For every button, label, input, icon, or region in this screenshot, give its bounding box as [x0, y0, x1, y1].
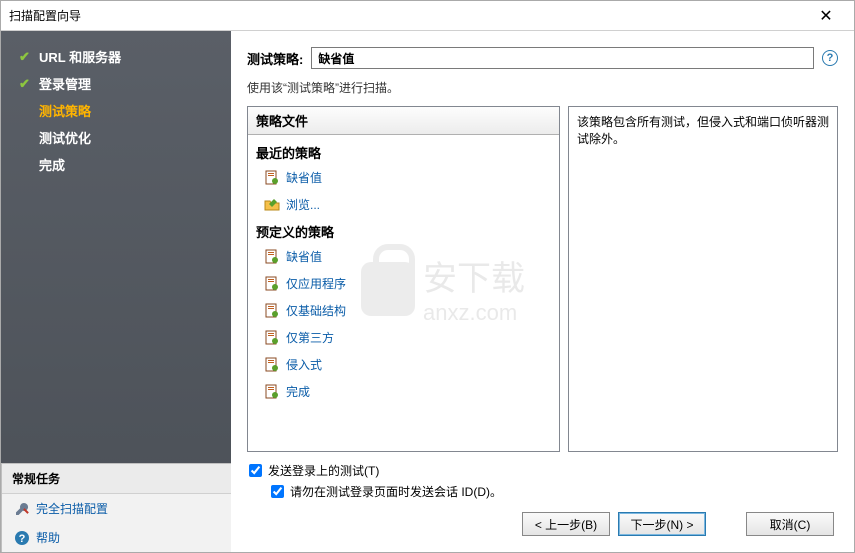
- tree-item[interactable]: 缺省值: [248, 243, 559, 270]
- tree-item[interactable]: 仅第三方: [248, 324, 559, 351]
- policy-hint: 使用该“测试策略”进行扫描。: [247, 79, 838, 96]
- tree-item[interactable]: 侵入式: [248, 351, 559, 378]
- policy-input[interactable]: [311, 47, 814, 69]
- send-login-tests-checkbox[interactable]: 发送登录上的测试(T): [247, 460, 838, 481]
- tree-item[interactable]: 浏览...: [248, 191, 559, 218]
- policy-tree-body[interactable]: 最近的策略缺省值浏览...预定义的策略缺省值仅应用程序仅基础结构仅第三方侵入式完…: [248, 135, 559, 451]
- policy-tree-header: 策略文件: [248, 107, 559, 135]
- task-link-label: 帮助: [36, 529, 60, 546]
- policy-tree: 策略文件 最近的策略缺省值浏览...预定义的策略缺省值仅应用程序仅基础结构仅第三…: [247, 106, 560, 452]
- send-login-tests-label: 发送登录上的测试(T): [268, 462, 379, 479]
- nav-step-label: 测试策略: [39, 101, 91, 120]
- common-tasks-header: 常规任务: [2, 464, 231, 494]
- wizard-sidebar: ✔ URL 和服务器 ✔ 登录管理 ✔测试策略✔测试优化✔完成 常规任务 完全扫描配置?…: [1, 31, 231, 552]
- tree-item[interactable]: 缺省值: [248, 164, 559, 191]
- tree-item-label: 完成: [286, 383, 310, 400]
- no-session-id-label: 请勿在测试登录页面时发送会话 ID(D)。: [290, 483, 502, 500]
- task-link-0[interactable]: 完全扫描配置: [2, 494, 231, 523]
- task-link-label: 完全扫描配置: [36, 500, 108, 517]
- window-title: 扫描配置向导: [9, 7, 806, 24]
- nav-step-label: 完成: [39, 155, 65, 174]
- tree-item-label: 仅应用程序: [286, 275, 346, 292]
- no-session-id-checkbox[interactable]: 请勿在测试登录页面时发送会话 ID(D)。: [247, 481, 838, 502]
- svg-text:?: ?: [19, 533, 26, 545]
- check-icon: ✔: [19, 76, 33, 92]
- tree-item[interactable]: 仅应用程序: [248, 270, 559, 297]
- nav-step-label: 测试优化: [39, 128, 91, 147]
- tree-item-label: 侵入式: [286, 356, 322, 373]
- nav-step-2[interactable]: ✔测试策略: [1, 97, 231, 124]
- tree-item-label: 仅基础结构: [286, 302, 346, 319]
- tree-item[interactable]: 完成: [248, 378, 559, 405]
- nav-step-0[interactable]: ✔ URL 和服务器: [1, 43, 231, 70]
- next-button[interactable]: 下一步(N) >: [618, 512, 706, 536]
- tree-group-header: 最近的策略: [248, 139, 559, 164]
- back-button[interactable]: < 上一步(B): [522, 512, 610, 536]
- nav-step-label: URL 和服务器: [39, 47, 121, 66]
- nav-step-3[interactable]: ✔测试优化: [1, 124, 231, 151]
- tree-group-header: 预定义的策略: [248, 218, 559, 243]
- nav-step-1[interactable]: ✔ 登录管理: [1, 70, 231, 97]
- no-session-id-input[interactable]: [271, 485, 284, 498]
- check-icon: ✔: [19, 49, 33, 65]
- policy-label: 测试策略:: [247, 49, 303, 68]
- close-icon[interactable]: ✕: [806, 4, 846, 28]
- help-icon[interactable]: ?: [822, 50, 838, 66]
- tree-item-label: 缺省值: [286, 248, 322, 265]
- nav-step-label: 登录管理: [39, 74, 91, 93]
- tree-item[interactable]: 仅基础结构: [248, 297, 559, 324]
- send-login-tests-input[interactable]: [249, 464, 262, 477]
- tree-item-label: 浏览...: [286, 196, 320, 213]
- policy-description: 该策略包含所有测试，但侵入式和端口侦听器测试除外。: [568, 106, 838, 452]
- nav-step-4[interactable]: ✔完成: [1, 151, 231, 178]
- cancel-button[interactable]: 取消(C): [746, 512, 834, 536]
- task-link-1[interactable]: ? 帮助: [2, 523, 231, 552]
- tree-item-label: 仅第三方: [286, 329, 334, 346]
- tree-item-label: 缺省值: [286, 169, 322, 186]
- common-tasks-panel: 常规任务 完全扫描配置? 帮助: [1, 463, 231, 552]
